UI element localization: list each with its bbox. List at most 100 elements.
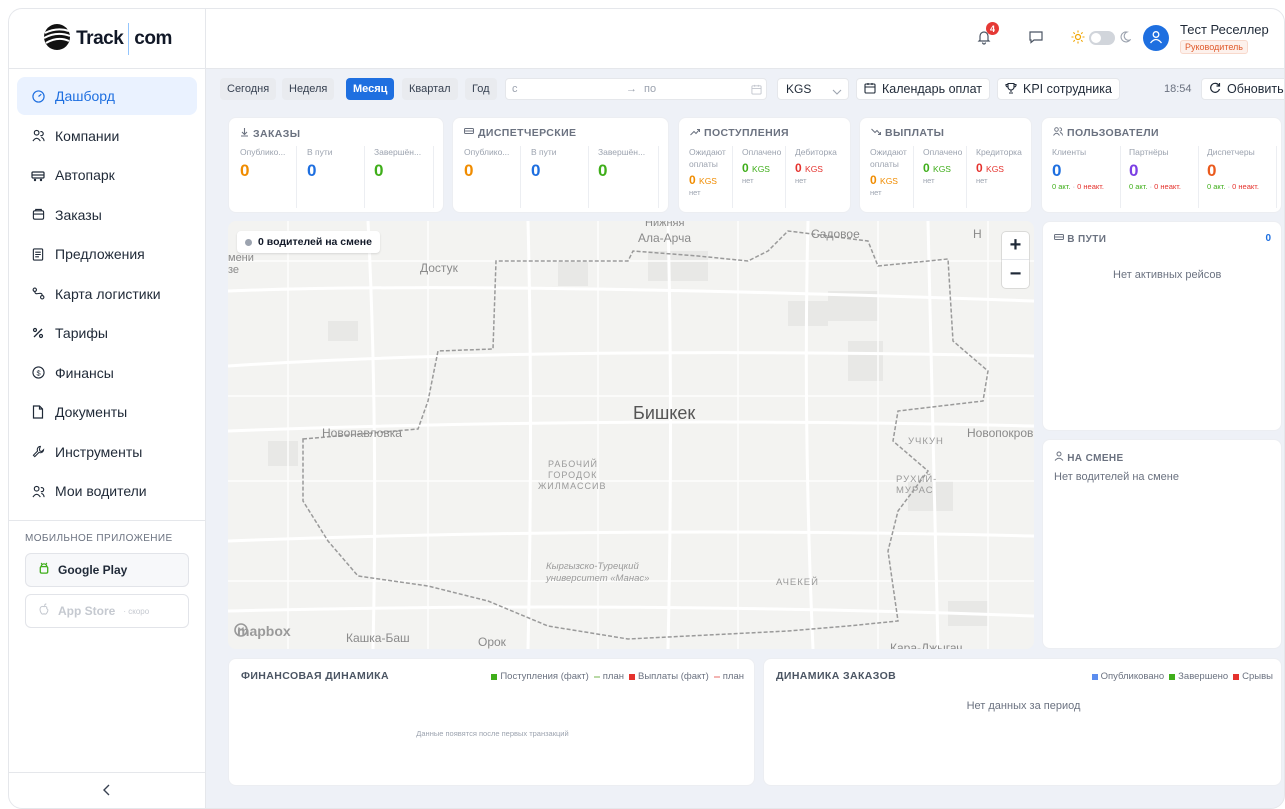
currency-select[interactable]: KGS: [777, 78, 849, 100]
wrench-icon: [31, 445, 45, 459]
sidebar-item-documents[interactable]: Документы: [17, 393, 197, 431]
sidebar-item-fleet[interactable]: Автопарк: [17, 156, 197, 194]
users-icon: [31, 129, 45, 143]
zoom-out-button[interactable]: −: [1002, 260, 1029, 288]
legend-item[interactable]: Поступления (факт): [491, 671, 589, 682]
user-name[interactable]: Тест Реселлер: [1180, 22, 1269, 37]
truck-icon: [1054, 234, 1064, 245]
map-zoom-controls: + −: [1002, 232, 1029, 288]
notifications-badge: 4: [986, 22, 999, 35]
logo-globe-icon: [42, 22, 72, 55]
box-icon: [31, 208, 45, 222]
refresh-button[interactable]: Обновить: [1201, 78, 1284, 100]
sidebar-item-dashboard[interactable]: Дашборд: [17, 77, 197, 115]
percent-icon: [31, 326, 45, 340]
date-to-input[interactable]: по: [644, 83, 656, 95]
messages-button[interactable]: [1026, 28, 1046, 48]
zoom-in-button[interactable]: +: [1002, 232, 1029, 260]
dashboard-toolbar: Сегодня Неделя Месяц Квартал Год с → по …: [220, 78, 1284, 100]
sidebar-item-finance[interactable]: $ Финансы: [17, 354, 197, 392]
sidebar-item-label: Документы: [55, 404, 128, 420]
orders-completed: Завершён... 0: [374, 146, 434, 208]
in-transit-empty: Нет активных рейсов: [1113, 269, 1222, 281]
users-icon: [1053, 127, 1063, 139]
drivers-on-shift-pill: 0 водителей на смене: [237, 231, 380, 253]
dispatch-in-transit: В пути 0: [531, 146, 589, 208]
mobile-app-section: МОБИЛЬНОЕ ПРИЛОЖЕНИЕ Google Play App Sto…: [9, 520, 205, 628]
sidebar: Track com Дашборд Компании Автопарк Зака…: [9, 9, 206, 808]
sidebar-item-label: Компании: [55, 127, 120, 144]
finance-chart-title: ФИНАНСОВАЯ ДИНАМИКА: [241, 670, 389, 682]
map-label: университет «Манас»: [546, 573, 650, 584]
sidebar-item-logistics-map[interactable]: Карта логистики: [17, 275, 197, 313]
orders-in-transit: В пути 0: [307, 146, 365, 208]
orders-chart-card: ДИНАМИКА ЗАКАЗОВ Опубликовано Завершено …: [763, 658, 1282, 786]
payouts-stat-card[interactable]: ВЫПЛАТЫ Ожидают оплаты 0 KGS нет Оплачен…: [859, 117, 1032, 213]
user-icon: [1149, 30, 1163, 47]
logo[interactable]: Track com: [9, 9, 205, 69]
dispatch-title: ДИСПЕТЧЕРСКИЕ: [464, 127, 576, 139]
moon-icon: [1119, 30, 1132, 46]
sidebar-item-companies[interactable]: Компании: [17, 117, 197, 155]
sidebar-collapse-button[interactable]: [9, 772, 205, 808]
mobile-app-title: МОБИЛЬНОЕ ПРИЛОЖЕНИЕ: [25, 533, 173, 544]
truck-icon: [464, 127, 474, 139]
legend-item[interactable]: план: [713, 671, 744, 682]
period-month-button[interactable]: Месяц: [346, 78, 395, 100]
status-dot: [245, 238, 252, 246]
finance-chart-card: ФИНАНСОВАЯ ДИНАМИКА Поступления (факт) п…: [228, 658, 755, 786]
map-label: Кашка-Баш: [346, 631, 410, 645]
legend-item[interactable]: Выплаты (факт): [628, 671, 709, 682]
period-year-button[interactable]: Год: [465, 78, 497, 100]
app-window: Track com Дашборд Компании Автопарк Зака…: [8, 8, 1285, 809]
sidebar-item-tools[interactable]: Инструменты: [17, 433, 197, 471]
income-title: ПОСТУПЛЕНИЯ: [690, 127, 789, 139]
legend-item[interactable]: Срывы: [1233, 671, 1273, 682]
dashboard-content: Сегодня Неделя Месяц Квартал Год с → по …: [206, 69, 1284, 808]
google-play-button[interactable]: Google Play: [25, 553, 189, 587]
income-stat-card[interactable]: ПОСТУПЛЕНИЯ Ожидают оплаты 0 KGS нет Опл…: [678, 117, 851, 213]
logo-text-left: Track: [76, 27, 124, 49]
period-week-button[interactable]: Неделя: [282, 78, 335, 100]
income-receivables: Дебиторка 0 KGS нет: [795, 147, 837, 185]
calendar-icon: [751, 84, 762, 98]
toggle-switch[interactable]: [1089, 31, 1115, 45]
notifications-button[interactable]: 4: [974, 22, 999, 48]
sidebar-item-offers[interactable]: Предложения: [17, 235, 197, 273]
map-label: Ала-Арча: [638, 231, 692, 245]
currency-value: KGS: [786, 82, 812, 96]
map-label: Садовое: [811, 227, 860, 241]
map-label: зе: [228, 264, 240, 276]
in-transit-count: 0: [1265, 233, 1271, 244]
avatar[interactable]: [1143, 25, 1169, 51]
period-today-button[interactable]: Сегодня: [220, 78, 277, 100]
legend-item[interactable]: Опубликовано: [1091, 671, 1164, 682]
orders-published: Опублико... 0: [240, 146, 297, 208]
date-range-picker[interactable]: с → по: [505, 78, 767, 100]
users-stat-card[interactable]: ПОЛЬЗОВАТЕЛИ Клиенты 0 0 акт. · 0 неакт.…: [1041, 117, 1282, 213]
orders-chart-title: ДИНАМИКА ЗАКАЗОВ: [776, 670, 897, 682]
trophy-icon: [1005, 82, 1017, 97]
sidebar-item-label: Заказы: [55, 206, 102, 223]
orders-title: ЗАКАЗЫ: [240, 127, 300, 140]
logo-text-right: com: [134, 27, 172, 49]
chevron-down-icon: [832, 85, 842, 99]
mapbox-attribution[interactable]: mapbox: [234, 623, 291, 639]
date-from-input[interactable]: с: [512, 83, 518, 95]
payment-calendar-button[interactable]: Календарь оплат: [856, 78, 990, 100]
sidebar-item-orders[interactable]: Заказы: [17, 196, 197, 234]
period-quarter-button[interactable]: Квартал: [402, 78, 458, 100]
legend-item[interactable]: Завершено: [1169, 671, 1228, 682]
orders-stat-card[interactable]: ЗАКАЗЫ Опублико... 0 В пути 0 Завершён..…: [228, 117, 444, 213]
logistics-map[interactable]: 0 водителей на смене Нижняя Ала-Арча Сад…: [228, 221, 1034, 649]
dispatch-stat-card[interactable]: ДИСПЕТЧЕРСКИЕ Опублико... 0 В пути 0 Зав…: [452, 117, 669, 213]
payouts-title: ВЫПЛАТЫ: [871, 127, 944, 139]
dollar-circle-icon: $: [31, 366, 45, 380]
legend-item[interactable]: план: [593, 671, 624, 682]
users-title: ПОЛЬЗОВАТЕЛИ: [1053, 127, 1159, 139]
theme-toggle[interactable]: [1068, 28, 1134, 48]
sidebar-item-my-drivers[interactable]: Мои водители: [17, 472, 197, 510]
google-play-label: Google Play: [58, 563, 128, 577]
kpi-button[interactable]: KPI сотрудника: [997, 78, 1120, 100]
sidebar-item-tariffs[interactable]: Тарифы: [17, 314, 197, 352]
